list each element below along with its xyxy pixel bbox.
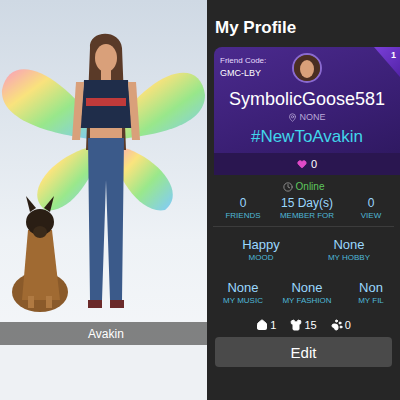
avatar-scene: Avakin — [0, 0, 207, 400]
about-label: MOOD — [249, 253, 274, 262]
stat-value: 15 Day(s) — [281, 196, 333, 210]
about-value: Happy — [242, 237, 280, 252]
profile-panel: My Profile Friend Code: GMC-LBY 1 SymbolicGo… — [207, 0, 400, 400]
stat-label: MEMBER FOR — [280, 211, 334, 220]
friend-code-value: GMC-LBY — [220, 68, 266, 78]
profile-card: Friend Code: GMC-LBY 1 SymbolicGoose581 NONE… — [214, 47, 400, 175]
online-status: Online — [207, 175, 400, 194]
friend-code: Friend Code: GMC-LBY — [220, 53, 266, 78]
location-text: NONE — [299, 112, 325, 122]
panel-title: My Profile — [207, 0, 400, 47]
about-row: NoneMY MUSICNoneMY FASHIONNonMY FIL — [207, 270, 400, 313]
about-row: HappyMOODNoneMY HOBBY — [207, 227, 400, 270]
about-item: NoneMY MUSIC — [211, 280, 275, 305]
scene-floor — [0, 345, 207, 400]
count-item: 15 — [290, 319, 316, 331]
stat-value: 0 — [240, 196, 247, 210]
status-text: Online — [296, 181, 325, 192]
stat-label: VIEW — [361, 211, 381, 220]
edit-button[interactable]: Edit — [215, 337, 392, 367]
count-item: 1 — [256, 319, 276, 331]
username: SymbolicGoose581 — [214, 83, 400, 110]
avatar-stage — [0, 0, 207, 322]
about-label: MY FIL — [358, 296, 384, 305]
profile-tag: #NewToAvakin — [214, 122, 400, 153]
about-value: None — [291, 280, 322, 295]
clock-icon — [283, 182, 293, 192]
profile-screen: Avakin My Profile Friend Code: GMC-LBY 1 Symb… — [0, 0, 400, 400]
about-item: NoneMY FASHION — [275, 280, 339, 305]
avatar-thumbnail[interactable] — [292, 53, 322, 83]
likes-count: 0 — [311, 158, 317, 170]
location: NONE — [214, 110, 400, 122]
about-value: Non — [359, 280, 383, 295]
count-value: 15 — [304, 319, 316, 331]
count-value: 1 — [270, 319, 276, 331]
about-value: None — [333, 237, 364, 252]
house-icon — [256, 319, 268, 331]
paw-icon — [331, 319, 343, 331]
card-top: Friend Code: GMC-LBY — [214, 47, 400, 83]
count-value: 0 — [345, 319, 351, 331]
likes-strip: 0 — [214, 153, 400, 175]
about-item: HappyMOOD — [217, 237, 305, 262]
about-label: MY HOBBY — [328, 253, 370, 262]
stat-label: FRIENDS — [225, 211, 260, 220]
about-item: NonMY FIL — [339, 280, 400, 305]
avatar-render — [0, 0, 207, 322]
stats-row: 0FRIENDS15 Day(s)MEMBER FOR0VIEW — [207, 194, 400, 226]
heart-icon[interactable] — [297, 159, 307, 169]
stat-value: 0 — [368, 196, 375, 210]
about-item: NoneMY HOBBY — [305, 237, 393, 262]
about-label: MY FASHION — [282, 296, 331, 305]
stat: 15 Day(s)MEMBER FOR — [275, 196, 339, 220]
shirt-icon — [290, 319, 302, 331]
divider — [213, 226, 394, 227]
avatar-name-bar: Avakin — [0, 322, 207, 345]
about-label: MY MUSIC — [223, 296, 263, 305]
stat: 0VIEW — [339, 196, 400, 220]
level-badge: 1 — [374, 47, 400, 77]
stat: 0FRIENDS — [211, 196, 275, 220]
count-item: 0 — [331, 319, 351, 331]
avatar-face-icon — [294, 55, 320, 81]
friend-code-label: Friend Code: — [220, 56, 266, 65]
pin-icon — [288, 113, 297, 122]
about-value: None — [227, 280, 258, 295]
counts-row: 1 15 0 — [207, 313, 400, 335]
